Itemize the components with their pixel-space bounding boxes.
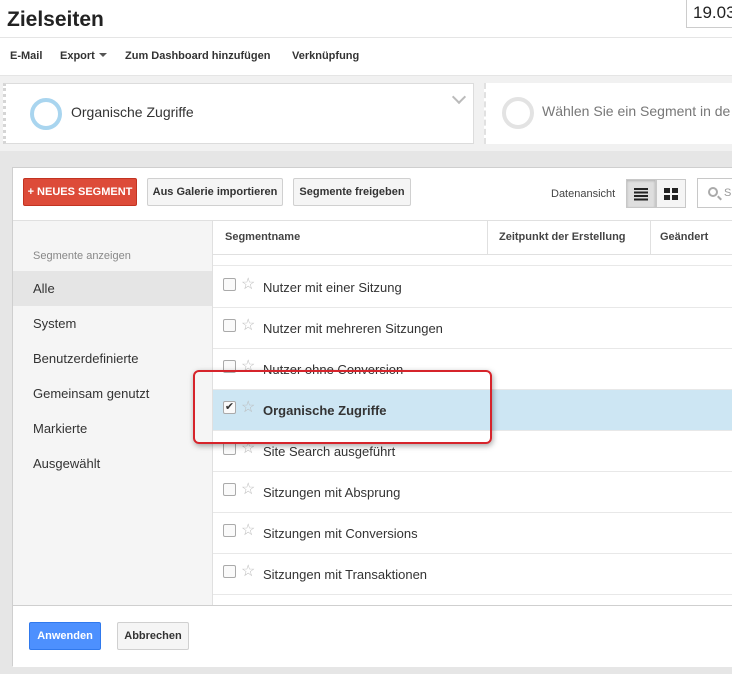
segment-name: Sitzungen mit Conversions	[263, 526, 418, 541]
star-icon[interactable]: ☆	[241, 441, 255, 457]
page-title: Zielseiten	[7, 8, 104, 31]
share-segments-button[interactable]: Segmente freigeben	[293, 178, 411, 206]
row-checkbox[interactable]	[223, 524, 236, 537]
table-row[interactable]	[213, 595, 732, 605]
report-toolbar: E-Mail Export Zum Dashboard hinzufügen V…	[0, 37, 732, 76]
segment-name: Sitzungen mit Absprung	[263, 485, 401, 500]
grid-view-icon	[664, 188, 678, 200]
table-row[interactable]: ☆ Nutzer ohne Conversion	[213, 349, 732, 390]
segment-picker-overlay: + NEUES SEGMENT Aus Galerie importieren …	[0, 151, 732, 674]
segment-search-input[interactable]: S	[697, 178, 732, 208]
apply-button[interactable]: Anwenden	[29, 622, 101, 650]
empty-ring-icon	[502, 97, 534, 129]
column-segment-name[interactable]: Segmentname	[225, 231, 300, 243]
segment-bar: Organische Zugriffe Wählen Sie ein Segme…	[0, 76, 732, 151]
star-icon[interactable]: ☆	[241, 359, 255, 375]
import-from-gallery-button[interactable]: Aus Galerie importieren	[147, 178, 283, 206]
star-icon[interactable]: ☆	[241, 564, 255, 580]
table-row	[213, 256, 732, 266]
table-row-selected[interactable]: ✔ ☆ Organische Zugriffe	[213, 390, 732, 431]
row-checkbox[interactable]	[223, 442, 236, 455]
row-checkbox[interactable]	[223, 360, 236, 373]
segment-picker-panel: + NEUES SEGMENT Aus Galerie importieren …	[12, 167, 732, 667]
checkmark-icon: ✔	[224, 401, 235, 413]
sidebar-item-custom[interactable]: Benutzerdefinierte	[13, 341, 212, 376]
new-segment-button[interactable]: + NEUES SEGMENT	[23, 178, 137, 206]
row-checkbox[interactable]	[223, 565, 236, 578]
date-range-selector[interactable]: 19.03	[686, 0, 732, 28]
row-checkbox-checked[interactable]: ✔	[223, 401, 236, 414]
star-icon[interactable]: ☆	[241, 277, 255, 293]
table-row[interactable]: ☆ Sitzungen mit Transaktionen	[213, 554, 732, 595]
row-checkbox[interactable]	[223, 319, 236, 332]
star-icon[interactable]: ☆	[241, 523, 255, 539]
email-button[interactable]: E-Mail	[10, 50, 42, 62]
sidebar-item-shared[interactable]: Gemeinsam genutzt	[13, 376, 212, 411]
segment-ring-icon	[30, 98, 62, 130]
star-icon[interactable]: ☆	[241, 318, 255, 334]
table-row[interactable]: ☆ Nutzer mit einer Sitzung	[213, 267, 732, 308]
search-icon	[708, 187, 718, 197]
sidebar-heading: Segmente anzeigen	[33, 250, 131, 262]
chevron-down-icon[interactable]	[451, 89, 467, 105]
column-modified[interactable]: Geändert	[660, 231, 708, 243]
segment-table: Segmentname Zeitpunkt der Erstellung Geä…	[213, 220, 732, 605]
table-header: Segmentname Zeitpunkt der Erstellung Geä…	[213, 221, 732, 255]
row-checkbox[interactable]	[223, 483, 236, 496]
column-divider	[487, 221, 488, 255]
export-menu[interactable]: Export	[60, 50, 107, 62]
star-icon[interactable]: ☆	[241, 482, 255, 498]
table-row[interactable]: ☆ Sitzungen mit Conversions	[213, 513, 732, 554]
list-view-icon	[634, 188, 648, 201]
list-view-button[interactable]	[626, 179, 656, 208]
segment-name: Nutzer ohne Conversion	[263, 362, 404, 377]
grid-view-button[interactable]	[656, 179, 686, 208]
sidebar-item-starred[interactable]: Markierte	[13, 411, 212, 446]
table-row[interactable]: ☆ Site Search ausgeführt	[213, 431, 732, 472]
cancel-button[interactable]: Abbrechen	[117, 622, 189, 650]
empty-segment-slot[interactable]: Wählen Sie ein Segment in de	[484, 83, 732, 144]
segment-name: Nutzer mit mehreren Sitzungen	[263, 321, 443, 336]
row-checkbox[interactable]	[223, 278, 236, 291]
segment-filter-sidebar: Segmente anzeigen Alle System Benutzerde…	[13, 220, 213, 605]
search-placeholder: S	[724, 187, 732, 199]
export-label: Export	[60, 50, 95, 62]
add-to-dashboard-button[interactable]: Zum Dashboard hinzufügen	[125, 50, 270, 62]
table-row[interactable]: ☆ Nutzer mit mehreren Sitzungen	[213, 308, 732, 349]
segment-name: Site Search ausgeführt	[263, 444, 396, 459]
sidebar-item-system[interactable]: System	[13, 306, 212, 341]
panel-footer: Anwenden Abbrechen	[13, 605, 732, 667]
segment-name: Nutzer mit einer Sitzung	[263, 280, 402, 295]
sidebar-item-selected[interactable]: Ausgewählt	[13, 446, 212, 481]
segments-screen: Zielseiten 19.03 E-Mail Export Zum Dashb…	[0, 0, 732, 674]
segment-name: Sitzungen mit Transaktionen	[263, 567, 428, 582]
active-segment-name: Organische Zugriffe	[71, 104, 194, 120]
segment-name: Organische Zugriffe	[263, 403, 387, 418]
empty-segment-prompt: Wählen Sie ein Segment in de	[542, 103, 731, 119]
view-label: Datenansicht	[551, 188, 616, 200]
table-row[interactable]: ☆ Sitzungen mit Absprung	[213, 472, 732, 513]
caret-down-icon	[98, 53, 107, 57]
column-created[interactable]: Zeitpunkt der Erstellung	[499, 231, 626, 243]
sidebar-item-all[interactable]: Alle	[13, 271, 212, 306]
star-icon[interactable]: ☆	[241, 400, 255, 416]
active-segment-card[interactable]: Organische Zugriffe	[3, 83, 474, 144]
shortcut-button[interactable]: Verknüpfung	[292, 50, 359, 62]
column-divider	[650, 221, 651, 255]
